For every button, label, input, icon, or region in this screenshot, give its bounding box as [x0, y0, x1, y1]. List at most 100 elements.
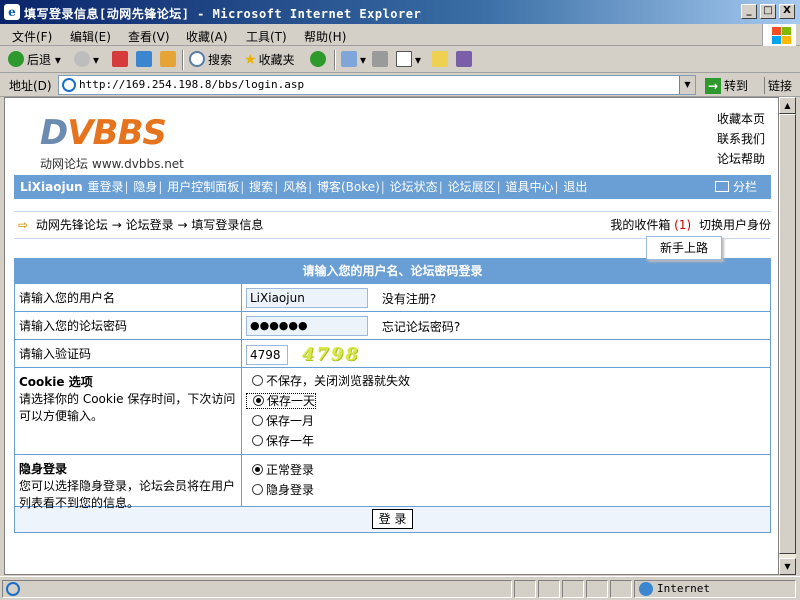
breadcrumb: ⇨ 动网先锋论坛 → 论坛登录 → 填写登录信息 我的收件箱 (1) 切换用户身…: [14, 211, 771, 239]
search-icon: [189, 51, 205, 67]
dvbbs-logo[interactable]: DVBBS 动网论坛 www.dvbbs.net: [40, 113, 220, 173]
mail-button[interactable]: ▾: [341, 51, 366, 69]
cookie-option-year[interactable]: 保存一年: [246, 431, 767, 451]
close-button[interactable]: X: [779, 4, 795, 19]
address-input[interactable]: http://169.254.198.8/bbs/login.asp ▼: [58, 75, 696, 95]
refresh-button[interactable]: [136, 51, 155, 69]
word-icon: [396, 51, 412, 67]
password-label: 请输入您的论坛密码: [15, 312, 242, 339]
radio-none[interactable]: [252, 375, 263, 386]
minimize-button[interactable]: _: [741, 4, 757, 19]
globe-icon: [639, 582, 653, 596]
logo-site: www.dvbbs.net: [92, 157, 184, 171]
address-dropdown[interactable]: ▼: [679, 76, 695, 94]
cookie-option-none[interactable]: 不保存，关闭浏览器就失效: [246, 371, 767, 391]
windows-logo-icon: [762, 24, 796, 46]
home-button[interactable]: [160, 51, 179, 69]
nav-hidden[interactable]: 隐身: [133, 180, 157, 194]
search-button[interactable]: 搜索: [189, 51, 232, 69]
register-link[interactable]: 没有注册?: [382, 292, 436, 306]
cookie-option-day[interactable]: 保存一天: [246, 391, 767, 411]
cookie-option-label: 不保存，关闭浏览器就失效: [266, 374, 411, 388]
form-header: 请输入您的用户名、论坛密码登录: [15, 259, 770, 283]
login-option-normal[interactable]: 正常登录: [246, 460, 767, 480]
switch-user-link[interactable]: 切换用户身份: [699, 218, 771, 232]
cookie-option-month[interactable]: 保存一月: [246, 411, 767, 431]
forward-button[interactable]: ▾: [74, 51, 99, 69]
radio-normal[interactable]: [252, 464, 263, 475]
nav-control-panel[interactable]: 用户控制面板: [167, 180, 239, 194]
forward-arrow-icon: [74, 51, 90, 67]
edit-button[interactable]: ▾: [396, 51, 421, 69]
login-option-hidden[interactable]: 隐身登录: [246, 480, 767, 500]
go-button[interactable]: → 转到: [705, 77, 748, 94]
nav-username[interactable]: LiXiaojun: [20, 180, 83, 194]
back-button[interactable]: 后退 ▾: [8, 51, 61, 69]
menu-edit[interactable]: 编辑(E): [70, 28, 111, 45]
discuss-button[interactable]: [432, 51, 451, 69]
nav-relogin[interactable]: 重登录: [88, 180, 124, 194]
link-bookmark[interactable]: 收藏本页: [717, 109, 765, 129]
maximize-button[interactable]: □: [760, 4, 776, 19]
radio-year[interactable]: [252, 435, 263, 446]
refresh-icon: [136, 51, 152, 67]
password-input[interactable]: ●●●●●●: [246, 316, 368, 336]
logo-sub-name: 动网论坛: [40, 157, 89, 171]
ie-logo-icon: e: [4, 4, 20, 20]
nav-status[interactable]: 论坛状态: [390, 180, 438, 194]
nav-showcase[interactable]: 论坛展区: [448, 180, 496, 194]
favorites-button[interactable]: ★ 收藏夹: [244, 51, 295, 69]
forgot-password-link[interactable]: 忘记论坛密码?: [382, 320, 460, 334]
nav-props[interactable]: 道具中心: [505, 180, 553, 194]
hidden-title: 隐身登录: [19, 462, 68, 476]
column-icon: [714, 181, 729, 192]
vertical-scrollbar[interactable]: ▲ ▼: [779, 97, 796, 575]
links-button[interactable]: 链接: [764, 77, 792, 94]
login-option-label: 正常登录: [266, 463, 315, 477]
radio-month[interactable]: [252, 415, 263, 426]
radio-day[interactable]: [253, 395, 264, 406]
star-icon: ★: [244, 52, 257, 68]
go-arrow-icon: →: [705, 78, 721, 94]
column-toggle[interactable]: 分栏: [714, 175, 757, 199]
search-label: 搜索: [208, 53, 233, 67]
print-button[interactable]: [372, 51, 391, 69]
menu-tools[interactable]: 工具(T): [246, 28, 287, 45]
security-zone: Internet: [634, 580, 796, 598]
title-bar: e 填写登录信息[动网先锋论坛] - Microsoft Internet Ex…: [0, 0, 800, 24]
history-button[interactable]: [310, 51, 329, 69]
nav-logout[interactable]: 退出: [563, 180, 587, 194]
scroll-up-button[interactable]: ▲: [779, 97, 796, 114]
menu-view[interactable]: 查看(V): [128, 28, 170, 45]
menu-file[interactable]: 文件(F): [12, 28, 52, 45]
captcha-image: 4798: [301, 344, 360, 365]
cookie-option-label: 保存一月: [266, 414, 315, 428]
crumb-login[interactable]: 论坛登录: [126, 218, 174, 232]
nav-search[interactable]: 搜索: [249, 180, 273, 194]
crumb-forum[interactable]: 动网先锋论坛: [36, 218, 108, 232]
hidden-login-row: 隐身登录 您可以选择隐身登录，论坛会员将在用户列表看不到您的信息。 正常登录 隐…: [15, 454, 770, 510]
menu-help[interactable]: 帮助(H): [304, 28, 346, 45]
captcha-input[interactable]: 4798: [246, 344, 288, 365]
login-button[interactable]: 登 录: [371, 509, 414, 529]
menu-favorites[interactable]: 收藏(A): [186, 28, 228, 45]
password-row: 请输入您的论坛密码 ●●●●●● 忘记论坛密码?: [15, 311, 770, 339]
scroll-thumb[interactable]: [779, 114, 796, 554]
login-option-label: 隐身登录: [266, 483, 315, 497]
nav-style[interactable]: 风格: [283, 180, 307, 194]
top-links: 收藏本页 联系我们 论坛帮助: [717, 109, 765, 169]
newbie-dropdown[interactable]: 新手上路: [646, 236, 722, 260]
window-title: 填写登录信息[动网先锋论坛] - Microsoft Internet Expl…: [24, 7, 422, 21]
cookie-title: Cookie 选项: [19, 375, 93, 389]
username-input[interactable]: LiXiaojun: [246, 288, 368, 308]
link-contact[interactable]: 联系我们: [717, 129, 765, 149]
inbox-count[interactable]: (1): [674, 218, 691, 232]
radio-hidden[interactable]: [252, 484, 263, 495]
stop-button[interactable]: [112, 51, 131, 69]
messenger-button[interactable]: [456, 51, 475, 69]
nav-blog[interactable]: 博客(Boke): [317, 180, 380, 194]
address-label: 地址(D): [9, 79, 52, 93]
link-help[interactable]: 论坛帮助: [717, 149, 765, 169]
inbox-link[interactable]: 我的收件箱: [610, 218, 670, 232]
scroll-down-button[interactable]: ▼: [779, 558, 796, 575]
